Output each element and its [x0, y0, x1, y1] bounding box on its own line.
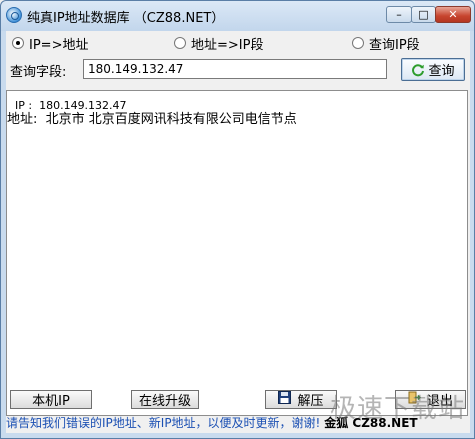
refresh-icon [411, 63, 425, 77]
radio-indicator[interactable] [352, 37, 364, 49]
local-ip-button[interactable]: 本机IP [10, 390, 92, 409]
radio-query-ip-range[interactable]: 查询IP段 [352, 34, 420, 53]
query-button-label: 查询 [428, 64, 455, 79]
local-ip-label: 本机IP [32, 394, 70, 409]
title-bar[interactable]: 纯真IP地址数据库 （CZ88.NET） – □ ✕ [1, 1, 474, 31]
radio-label: IP=>地址 [29, 37, 89, 53]
result-textarea[interactable]: IP : 180.149.132.47 地址: 北京市 北京百度网讯科技有限公司… [6, 90, 468, 416]
radio-indicator[interactable] [174, 37, 186, 49]
query-button[interactable]: 查询 [401, 58, 465, 81]
maximize-button[interactable]: □ [411, 6, 436, 23]
radio-label: 查询IP段 [369, 37, 420, 53]
radio-address-to-ip-range[interactable]: 地址=>IP段 [174, 34, 264, 53]
radio-label: 地址=>IP段 [191, 37, 264, 53]
exit-icon [408, 391, 422, 408]
result-ip-line: IP : 180.149.132.47 [15, 99, 127, 112]
exit-label: 退出 [426, 394, 453, 409]
radio-ip-to-address[interactable]: IP=>地址 [12, 34, 89, 53]
decode-label: 解压 [297, 394, 324, 409]
result-address-line: 地址: 北京市 北京百度网讯科技有限公司电信节点 [7, 112, 297, 127]
radio-indicator[interactable] [12, 37, 24, 49]
online-upgrade-label: 在线升级 [138, 394, 191, 409]
decode-button[interactable]: 解压 [265, 390, 337, 409]
status-message: 请告知我们错误的IP地址、新IP地址，以便及时更新，谢谢! [6, 416, 321, 430]
globe-icon [6, 7, 22, 23]
status-bar: 请告知我们错误的IP地址、新IP地址，以便及时更新，谢谢! 金狐 CZ88.NE… [6, 413, 470, 433]
floppy-disk-icon [278, 391, 292, 408]
window-title: 纯真IP地址数据库 （CZ88.NET） [27, 11, 225, 26]
app-window: 纯真IP地址数据库 （CZ88.NET） – □ ✕ IP=>地址 地址=>IP… [0, 0, 475, 439]
status-brand: 金狐 CZ88.NET [324, 416, 418, 430]
minimize-button[interactable]: – [386, 6, 412, 23]
exit-button[interactable]: 退出 [395, 390, 466, 409]
query-input[interactable] [83, 59, 387, 79]
query-field-label: 查询字段: [10, 65, 67, 80]
close-button[interactable]: ✕ [435, 6, 471, 23]
client-area: IP=>地址 地址=>IP段 查询IP段 查询字段: 查询 IP : 180.1… [6, 31, 470, 433]
online-upgrade-button[interactable]: 在线升级 [131, 390, 199, 409]
